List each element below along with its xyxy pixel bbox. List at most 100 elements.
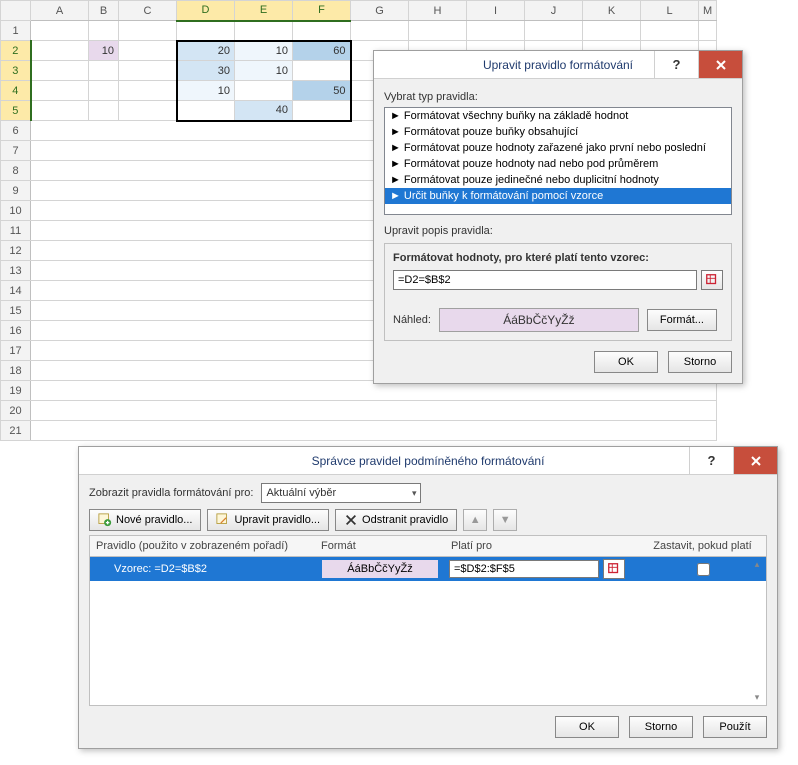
edit-rule-icon	[216, 513, 230, 527]
stop-if-true-checkbox[interactable]	[697, 563, 710, 576]
scope-select[interactable]: Aktuální výběr ▾	[261, 483, 421, 503]
row-header[interactable]: 17	[1, 341, 31, 361]
edit-rule-button[interactable]: Upravit pravidlo...	[207, 509, 329, 531]
col-applies-header: Platí pro	[451, 540, 645, 552]
col-header[interactable]: J	[525, 1, 583, 21]
col-stop-header: Zastavit, pokud platí	[645, 540, 760, 552]
rule-desc-group: Formátovat hodnoty, pro které platí tent…	[384, 243, 732, 341]
col-header[interactable]: A	[31, 1, 89, 21]
col-header[interactable]: C	[119, 1, 177, 21]
row-header[interactable]: 18	[1, 361, 31, 381]
row-header[interactable]: 11	[1, 221, 31, 241]
range-picker-icon	[705, 273, 719, 287]
row-header[interactable]: 21	[1, 421, 31, 441]
edit-rule-desc-label: Upravit popis pravidla:	[384, 225, 732, 237]
col-header[interactable]: I	[467, 1, 525, 21]
cell-F2[interactable]: 60	[293, 41, 351, 61]
row-header[interactable]: 3	[1, 61, 31, 81]
row-header[interactable]: 10	[1, 201, 31, 221]
rule-type-list[interactable]: ►Formátovat všechny buňky na základě hod…	[384, 107, 732, 215]
row-header[interactable]: 7	[1, 141, 31, 161]
scroll-up-icon: ▴	[750, 559, 764, 570]
row-header[interactable]: 2	[1, 41, 31, 61]
formula-input[interactable]	[393, 270, 697, 290]
col-header[interactable]: G	[351, 1, 409, 21]
cell-F3[interactable]	[293, 61, 351, 81]
format-button[interactable]: Formát...	[647, 309, 717, 331]
row-header[interactable]: 16	[1, 321, 31, 341]
cell-D2[interactable]: 20	[177, 41, 235, 61]
new-rule-button[interactable]: Nové pravidlo...	[89, 509, 201, 531]
row-header[interactable]: 20	[1, 401, 31, 421]
col-rule-header: Pravidlo (použito v zobrazeném pořadí)	[96, 540, 321, 552]
scrollbar[interactable]: ▴ ▾	[750, 559, 764, 703]
col-header[interactable]: H	[409, 1, 467, 21]
cell-F4[interactable]: 50	[293, 81, 351, 101]
row-header[interactable]: 4	[1, 81, 31, 101]
col-header[interactable]: M	[699, 1, 717, 21]
col-header[interactable]: K	[583, 1, 641, 21]
row-header[interactable]: 8	[1, 161, 31, 181]
delete-rule-button[interactable]: Odstranit pravidlo	[335, 509, 457, 531]
dialog-titlebar[interactable]: Správce pravidel podmíněného formátování…	[79, 447, 777, 475]
cell-E5[interactable]: 40	[235, 101, 293, 121]
cancel-button[interactable]: Storno	[629, 716, 693, 738]
cell-E4[interactable]	[235, 81, 293, 101]
corner-cell[interactable]	[1, 1, 31, 21]
close-button[interactable]	[733, 447, 777, 474]
cell-D5[interactable]	[177, 101, 235, 121]
row-header[interactable]: 15	[1, 301, 31, 321]
close-icon	[715, 59, 727, 71]
move-down-button[interactable]: ▼	[493, 509, 517, 531]
rule-type-option[interactable]: ►Formátovat pouze hodnoty nad nebo pod p…	[385, 156, 731, 172]
move-up-button[interactable]: ▲	[463, 509, 487, 531]
dialog-titlebar[interactable]: Upravit pravidlo formátování ?	[374, 51, 742, 79]
row-header[interactable]: 6	[1, 121, 31, 141]
cell-D4[interactable]: 10	[177, 81, 235, 101]
scroll-down-icon: ▾	[750, 692, 764, 703]
col-header[interactable]: E	[235, 1, 293, 21]
rule-format-preview: ÁáBbČčYyŽž	[321, 559, 439, 579]
cell-B2[interactable]: 10	[89, 41, 119, 61]
cell-F5[interactable]	[293, 101, 351, 121]
edit-rule-dialog: Upravit pravidlo formátování ? Vybrat ty…	[373, 50, 743, 384]
row-header[interactable]: 19	[1, 381, 31, 401]
rule-type-option[interactable]: ►Formátovat všechny buňky na základě hod…	[385, 108, 731, 124]
row-header[interactable]: 1	[1, 21, 31, 41]
col-format-header: Formát	[321, 540, 451, 552]
row-header[interactable]: 9	[1, 181, 31, 201]
col-header[interactable]: F	[293, 1, 351, 21]
col-header[interactable]: D	[177, 1, 235, 21]
row-header[interactable]: 12	[1, 241, 31, 261]
col-header[interactable]: B	[89, 1, 119, 21]
formula-label: Formátovat hodnoty, pro které platí tent…	[393, 252, 723, 264]
row-header[interactable]: 14	[1, 281, 31, 301]
help-button[interactable]: ?	[654, 51, 698, 78]
range-picker-button[interactable]	[701, 270, 723, 290]
cell-E2[interactable]: 10	[235, 41, 293, 61]
rule-type-option[interactable]: ►Formátovat pouze hodnoty zařazené jako …	[385, 140, 731, 156]
rule-type-option[interactable]: ►Formátovat pouze buňky obsahující	[385, 124, 731, 140]
ok-button[interactable]: OK	[594, 351, 658, 373]
chevron-down-icon: ▾	[412, 488, 417, 499]
show-rules-for-label: Zobrazit pravidla formátování pro:	[89, 487, 253, 499]
rule-row[interactable]: Vzorec: =D2=$B$2 ÁáBbČčYyŽž	[90, 557, 766, 581]
rules-table[interactable]: Vzorec: =D2=$B$2 ÁáBbČčYyŽž ▴ ▾	[89, 556, 767, 706]
close-button[interactable]	[698, 51, 742, 78]
cell-D3[interactable]: 30	[177, 61, 235, 81]
row-header[interactable]: 13	[1, 261, 31, 281]
apply-button[interactable]: Použít	[703, 716, 767, 738]
help-button[interactable]: ?	[689, 447, 733, 474]
rule-type-option[interactable]: ►Formátovat pouze jedinečné nebo duplici…	[385, 172, 731, 188]
col-header[interactable]: L	[641, 1, 699, 21]
applies-to-input[interactable]	[449, 560, 599, 578]
rule-type-option-selected[interactable]: ►Určit buňky k formátování pomocí vzorce	[385, 188, 731, 204]
cancel-button[interactable]: Storno	[668, 351, 732, 373]
select-rule-type-label: Vybrat typ pravidla:	[384, 91, 732, 103]
row-header[interactable]: 5	[1, 101, 31, 121]
preview-label: Náhled:	[393, 314, 431, 326]
cell-E3[interactable]: 10	[235, 61, 293, 81]
close-icon	[750, 455, 762, 467]
range-picker-button[interactable]	[603, 559, 625, 579]
ok-button[interactable]: OK	[555, 716, 619, 738]
